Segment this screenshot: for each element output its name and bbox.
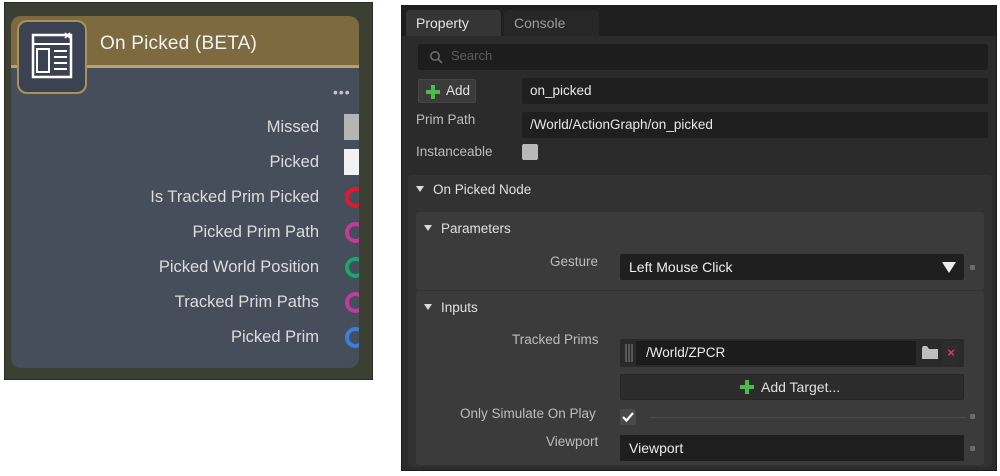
node-more-options-icon[interactable]: ••• xyxy=(333,84,351,100)
add-target-button[interactable]: Add Target... xyxy=(620,374,964,400)
port-label: Picked Prim Path xyxy=(192,223,319,241)
section-title: Parameters xyxy=(441,221,511,236)
port-label: Tracked Prim Paths xyxy=(174,293,319,311)
caret-down-icon xyxy=(942,262,956,273)
port-label: Picked Prim xyxy=(230,328,319,346)
add-target-label: Add Target... xyxy=(761,379,841,395)
gesture-value: Left Mouse Click xyxy=(629,259,733,275)
data-port-icon[interactable] xyxy=(345,292,359,313)
search-placeholder: Search xyxy=(451,48,493,63)
viewport-label: Viewport xyxy=(546,434,599,449)
search-input[interactable]: Search xyxy=(418,44,988,70)
exec-port-icon[interactable] xyxy=(341,112,359,142)
collapse-triangle-icon xyxy=(424,304,432,310)
data-port-icon[interactable] xyxy=(345,222,359,243)
reset-default-icon[interactable] xyxy=(970,414,975,419)
collapse-triangle-icon xyxy=(416,186,424,192)
add-button[interactable]: Add xyxy=(418,79,476,103)
only-simulate-checkbox[interactable] xyxy=(620,409,636,425)
plus-icon xyxy=(426,85,440,99)
exec-port-icon[interactable] xyxy=(341,147,359,177)
tab-console[interactable]: Console xyxy=(504,10,599,36)
port-label: Picked World Position xyxy=(158,258,319,276)
document-list-icon xyxy=(17,20,87,94)
folder-icon[interactable] xyxy=(922,346,938,359)
node-title: On Picked (BETA) xyxy=(100,33,257,54)
reset-default-icon[interactable] xyxy=(970,265,975,270)
gesture-label: Gesture xyxy=(550,254,599,269)
instanceable-checkbox[interactable] xyxy=(522,144,538,160)
prim-name-field[interactable]: on_picked xyxy=(522,78,988,104)
on-picked-node-header[interactable]: On Picked Node xyxy=(416,182,531,197)
search-icon xyxy=(430,51,443,64)
section-title: Inputs xyxy=(441,300,478,315)
collapse-triangle-icon xyxy=(424,225,432,231)
section-title: On Picked Node xyxy=(433,182,532,197)
data-port-icon[interactable] xyxy=(345,187,359,208)
port-label: Missed xyxy=(266,118,319,136)
prim-path-field[interactable]: /World/ActionGraph/on_picked xyxy=(522,112,988,138)
inputs-header[interactable]: Inputs xyxy=(424,300,478,315)
data-port-icon[interactable] xyxy=(345,327,359,348)
add-button-label: Add xyxy=(446,83,471,98)
tab-property[interactable]: Property xyxy=(406,10,501,36)
plus-icon xyxy=(740,380,754,394)
viewport-field[interactable]: Viewport xyxy=(620,435,964,461)
tracked-prims-label: Tracked Prims xyxy=(512,332,599,347)
port-label: Picked xyxy=(269,153,319,171)
tab-bar: Property Console xyxy=(402,6,996,36)
row-divider xyxy=(650,417,966,418)
graph-canvas[interactable]: ••• Missed Picked Is Tracked Prim Picked Pi… xyxy=(4,2,373,380)
prim-path-label: Prim Path xyxy=(416,112,476,127)
gesture-dropdown[interactable]: Left Mouse Click xyxy=(620,254,964,280)
reset-default-icon[interactable] xyxy=(970,446,975,451)
drag-handle-icon[interactable] xyxy=(624,343,634,363)
instanceable-label: Instanceable xyxy=(416,144,493,159)
data-port-icon[interactable] xyxy=(345,257,359,278)
tracked-prims-list: /World/ZPCR × xyxy=(620,339,964,367)
only-simulate-label: Only Simulate On Play xyxy=(460,406,596,421)
checkmark-icon xyxy=(622,412,634,423)
remove-target-icon[interactable]: × xyxy=(943,341,959,365)
tracked-prim-path-field[interactable]: /World/ZPCR xyxy=(636,341,916,365)
parameters-header[interactable]: Parameters xyxy=(424,221,511,236)
property-panel: Property Console Search Add on_picked Pr… xyxy=(401,5,997,471)
port-label: Is Tracked Prim Picked xyxy=(150,188,319,206)
